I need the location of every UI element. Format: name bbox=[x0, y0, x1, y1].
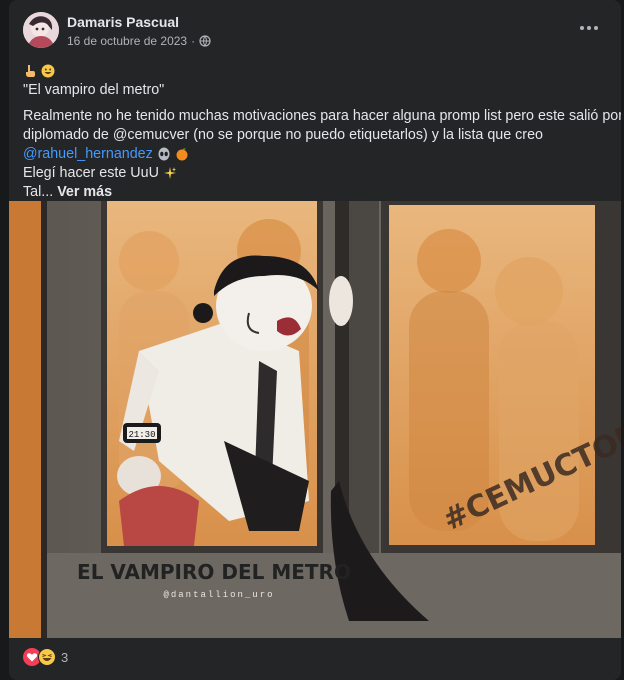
see-more-link[interactable]: Ver más bbox=[57, 184, 112, 200]
choice-text: Elegí hacer este UuU bbox=[23, 165, 159, 181]
artwork-watermark: @dantallion_uro bbox=[163, 590, 274, 600]
grinning-face-icon bbox=[41, 64, 55, 78]
avatar[interactable] bbox=[23, 12, 59, 48]
mention-line: @rahuel_hernandez bbox=[23, 145, 611, 164]
post-header: Damaris Pascual 16 de octubre de 2023 · bbox=[9, 0, 621, 58]
post-card: Damaris Pascual 16 de octubre de 2023 · bbox=[9, 0, 621, 680]
post-image[interactable]: 21:30 #CEMUCTOBER EL VAMPIRO DEL METRO @… bbox=[9, 201, 621, 638]
post-body-line-2: diplomado de @cemucver (no se porque no … bbox=[23, 127, 543, 143]
emoji-line bbox=[23, 62, 611, 81]
watch-time: 21:30 bbox=[128, 430, 155, 440]
pointing-up-icon bbox=[26, 65, 35, 78]
haha-reaction-icon bbox=[38, 648, 56, 666]
reactions-summary[interactable]: 3 bbox=[23, 648, 68, 666]
choice-line: Elegí hacer este UuU bbox=[23, 164, 611, 183]
alien-icon bbox=[158, 147, 170, 161]
globe-icon[interactable] bbox=[199, 35, 211, 47]
reaction-count: 3 bbox=[61, 649, 69, 665]
post-date[interactable]: 16 de octubre de 2023 bbox=[67, 34, 187, 48]
meta-separator: · bbox=[191, 34, 196, 48]
sparkles-icon bbox=[163, 167, 176, 180]
truncated-line: Tal... Ver más bbox=[23, 183, 611, 202]
post-text: "El vampiro del metro" Realmente no he t… bbox=[23, 62, 621, 202]
artwork-caption: EL VAMPIRO DEL METRO bbox=[77, 560, 351, 584]
post-body-line-1: Realmente no he tenido muchas motivacion… bbox=[23, 108, 621, 124]
more-options-icon[interactable] bbox=[575, 16, 603, 40]
orange-icon bbox=[176, 148, 188, 161]
post-meta: 16 de octubre de 2023 · bbox=[67, 34, 211, 48]
author-name[interactable]: Damaris Pascual bbox=[67, 14, 179, 30]
truncated-text: Tal... bbox=[23, 184, 54, 200]
user-mention-link[interactable]: @rahuel_hernandez bbox=[23, 146, 153, 162]
post-footer: 3 bbox=[9, 638, 621, 680]
post-title: "El vampiro del metro" bbox=[23, 82, 165, 98]
